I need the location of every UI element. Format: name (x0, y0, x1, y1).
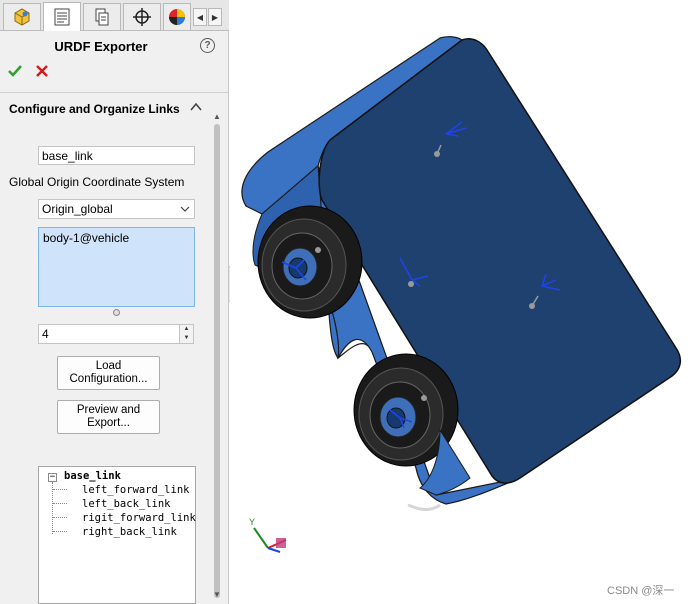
panel-title: URDF Exporter (54, 39, 148, 54)
tree-branch-line (53, 489, 67, 490)
ok-check-icon[interactable] (7, 63, 23, 79)
tab-feature-manager[interactable] (3, 3, 41, 30)
stepper-up-icon[interactable]: ▲ (180, 325, 193, 334)
tree-collapse-icon[interactable]: − (48, 473, 57, 482)
tree-node-left-back[interactable]: left_back_link (82, 498, 171, 510)
link-tree[interactable]: − base_link left_forward_link left_back_… (38, 466, 196, 604)
preview-button-line2: Export... (87, 417, 130, 429)
view-orientation-triad: Y (249, 517, 287, 553)
wheel-left-forward[interactable] (257, 205, 363, 319)
graphics-viewport[interactable]: Y (230, 0, 692, 604)
tab-configuration-manager[interactable] (83, 3, 121, 30)
load-button-line2: Configuration... (69, 373, 148, 385)
tab-scroll-left-button[interactable]: ◀ (193, 8, 207, 26)
ground-shadow (407, 503, 441, 511)
stepper-down-icon[interactable]: ▼ (180, 334, 193, 343)
viewport-top-toolbar-edge (486, 0, 692, 6)
selected-component-item[interactable]: body-1@vehicle (43, 231, 129, 245)
preview-and-export-button[interactable]: Preview and Export... (57, 400, 160, 434)
divider (0, 92, 229, 93)
tree-branch-line (53, 531, 67, 532)
tab-display-manager[interactable] (163, 3, 191, 30)
help-icon[interactable]: ? (200, 38, 215, 53)
scroll-down-arrow-icon[interactable]: ▼ (213, 590, 221, 599)
scrollbar-thumb[interactable] (214, 124, 220, 598)
component-selection-list[interactable]: body-1@vehicle (38, 227, 195, 307)
origin-selected-value: Origin_global (42, 202, 113, 216)
load-button-line1: Load (95, 360, 122, 372)
tree-branch-line (53, 503, 67, 504)
chevron-right-icon: ▶ (211, 12, 219, 22)
origin-dropdown[interactable]: Origin_global (38, 199, 195, 219)
tree-node-right-forward[interactable]: rigit_forward_link (82, 512, 196, 524)
point-marker-wheel-front (315, 247, 321, 253)
panel-scrollbar[interactable]: ▲ ▼ (212, 112, 222, 604)
preview-button-line1: Preview and (76, 404, 141, 416)
load-configuration-button[interactable]: Load Configuration... (57, 356, 160, 390)
tab-scroll-right-button[interactable]: ▶ (208, 8, 222, 26)
point-marker-wheel-back (421, 395, 427, 401)
tab-property-manager[interactable] (43, 2, 81, 31)
stepper-buttons[interactable]: ▲ ▼ (179, 325, 193, 343)
chevron-left-icon: ◀ (196, 12, 204, 22)
list-resize-handle[interactable] (113, 309, 120, 316)
collapse-chevron-up-icon[interactable] (190, 101, 202, 113)
tree-branch-line (53, 517, 67, 518)
child-count-value: 4 (42, 327, 49, 341)
feature-manager-icon (14, 8, 30, 26)
manager-tab-bar: ◀ ▶ (0, 0, 229, 31)
link-name-input[interactable]: base_link (38, 146, 195, 165)
vehicle-model[interactable]: Y (230, 0, 692, 604)
property-manager-panel: ◀ ▶ URDF Exporter ? Configure and Organi… (0, 0, 229, 604)
watermark: CSDN @深一 (607, 585, 675, 597)
scroll-up-arrow-icon[interactable]: ▲ (213, 112, 221, 121)
configuration-manager-icon (95, 8, 109, 26)
section-title: Configure and Organize Links (9, 102, 180, 116)
triad-y-label: Y (249, 517, 255, 527)
tree-node-right-back[interactable]: right_back_link (82, 526, 177, 538)
cancel-x-icon[interactable] (35, 64, 49, 78)
dimxpert-icon (133, 8, 151, 26)
point-marker-center (408, 281, 414, 287)
property-manager-icon (54, 8, 70, 26)
child-count-stepper[interactable]: 4 ▲ ▼ (38, 324, 194, 344)
origin-label: Global Origin Coordinate System (9, 175, 185, 189)
tree-node-left-forward[interactable]: left_forward_link (82, 484, 189, 496)
chevron-down-icon (180, 206, 190, 212)
tab-dimxpert-manager[interactable] (123, 3, 161, 30)
tree-root-node[interactable]: base_link (64, 470, 121, 482)
display-manager-icon (169, 9, 185, 25)
